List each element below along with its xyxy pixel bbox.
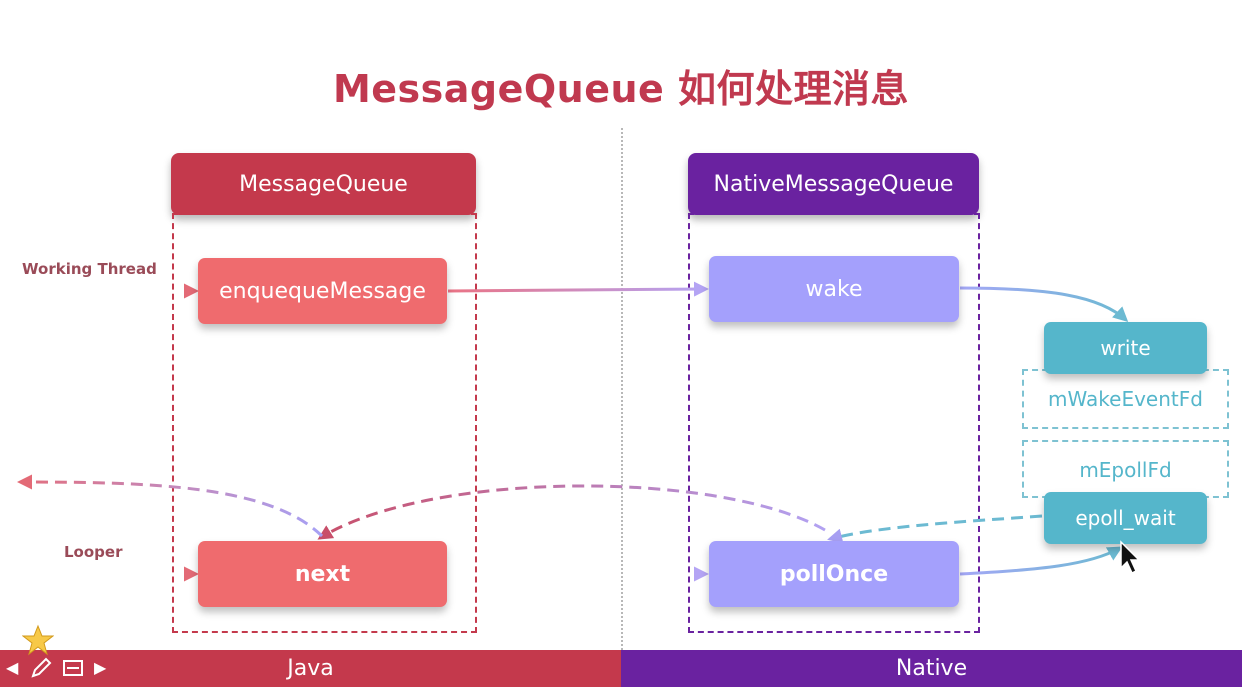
wake-to-write-arrow xyxy=(959,286,1129,323)
next-to-looper-return xyxy=(17,474,324,538)
wake-node: wake xyxy=(709,256,959,322)
enqueue-to-wake-arrow xyxy=(447,281,709,297)
working-thread-label: Working Thread xyxy=(22,260,157,278)
next-node: next xyxy=(198,541,447,607)
enqueue-message-node: enquequeMessage xyxy=(198,258,447,324)
pollonce-to-epollwait-arrow xyxy=(959,546,1123,576)
arrow-right-icon[interactable]: ▶ xyxy=(94,658,106,677)
epollwait-to-pollonce-return xyxy=(827,514,1043,544)
epoll-fd-box: mEpollFd xyxy=(1022,440,1229,498)
arrow-left-icon[interactable]: ◀ xyxy=(6,658,18,677)
mouse-cursor-icon xyxy=(1120,540,1141,575)
write-node: write xyxy=(1044,322,1207,374)
poll-once-node: pollOnce xyxy=(709,541,959,607)
epoll-wait-node: epoll_wait xyxy=(1044,492,1207,544)
pollonce-to-next-return xyxy=(317,484,826,540)
slides-icon[interactable] xyxy=(62,659,84,677)
native-band: Native xyxy=(621,650,1242,687)
star-icon[interactable] xyxy=(22,624,54,656)
looper-label: Looper xyxy=(64,543,123,561)
pencil-icon[interactable] xyxy=(30,657,52,679)
wake-event-fd-box: mWakeEventFd xyxy=(1022,369,1229,429)
